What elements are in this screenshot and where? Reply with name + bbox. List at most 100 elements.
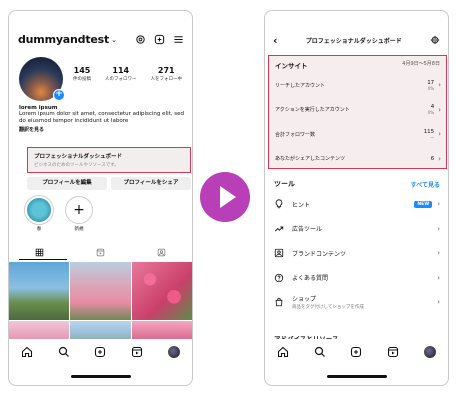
tool-item-tips[interactable]: ヒント NEW › xyxy=(274,192,440,217)
chevron-right-icon: › xyxy=(437,298,440,307)
insight-value: 115 xyxy=(423,128,435,135)
branded-content-icon xyxy=(274,249,284,258)
plus-icon: + xyxy=(73,202,85,218)
tool-text: 広告ツール xyxy=(292,224,437,233)
insights-section: インサイト 4月9日〜5月8日 リーチしたアカウント 17 0% › アクション… xyxy=(268,55,447,169)
add-story-icon[interactable]: + xyxy=(53,89,65,101)
insight-label: あなたがシェアしたコンテンツ xyxy=(275,156,346,163)
post-thumbnail[interactable] xyxy=(9,262,70,320)
stat-posts[interactable]: 145 件の投稿 xyxy=(73,66,91,82)
menu-icon[interactable] xyxy=(173,34,184,45)
insight-row-shared[interactable]: あなたがシェアしたコンテンツ 6 › xyxy=(269,147,446,172)
post-grid xyxy=(9,262,192,349)
settings-gear-icon[interactable] xyxy=(430,35,440,45)
stat-following-label: 人をフォロー中 xyxy=(150,77,183,82)
bottom-navigation xyxy=(265,339,448,365)
chevron-right-icon: › xyxy=(438,81,441,90)
lightbulb-icon xyxy=(275,199,283,209)
dashboard-card-subtitle: ビジネスのためのツールやリソースです。 xyxy=(34,163,119,168)
stat-followers-count: 114 xyxy=(112,66,130,75)
shopping-bag-icon xyxy=(275,298,283,307)
create-icon[interactable] xyxy=(350,346,362,358)
bottom-navigation xyxy=(9,339,192,365)
tool-label: よくある質問 xyxy=(292,275,329,283)
insight-value-group: 4 0% xyxy=(428,104,434,115)
question-icon xyxy=(274,273,284,282)
play-triangle xyxy=(220,186,236,208)
create-icon[interactable] xyxy=(94,346,106,358)
search-icon[interactable] xyxy=(58,346,70,358)
profile-header: dummyandtest ⌄ xyxy=(18,31,184,47)
tool-text: ショップ 商品をタグ付けしてショップを作成 xyxy=(292,294,437,310)
insight-change: — xyxy=(430,134,435,140)
home-icon[interactable] xyxy=(21,346,33,358)
chevron-down-icon[interactable]: ⌄ xyxy=(111,36,117,44)
dashboard-title: プロフェッショナルダッシュボード xyxy=(305,37,402,45)
chevron-right-icon: › xyxy=(438,105,441,114)
profile-content-tabs xyxy=(9,245,192,259)
reels-nav-icon[interactable] xyxy=(387,346,399,358)
phone-dashboard-screen: ‹ プロフェッショナルダッシュボード インサイト 4月9日〜5月8日 リーチした… xyxy=(264,10,449,386)
insight-label: 合計フォロワー数 xyxy=(275,131,316,138)
search-icon[interactable] xyxy=(314,346,326,358)
tool-item-shop[interactable]: ショップ 商品をタグ付けしてショップを作成 › xyxy=(274,290,440,315)
profile-username[interactable]: dummyandtest xyxy=(18,33,109,46)
tool-sublabel: 商品をタグ付けしてショップを作成 xyxy=(292,305,364,311)
reels-nav-icon[interactable] xyxy=(131,346,143,358)
tools-header: ツール すべて見る xyxy=(274,179,440,189)
home-indicator xyxy=(70,375,131,378)
tool-item-branded-content[interactable]: ブランドコンテンツ › xyxy=(274,241,440,266)
phone-profile-screen: dummyandtest ⌄ + 145 件の投稿 114 人のフォロワー 27… xyxy=(8,10,193,386)
dashboard-header: ‹ プロフェッショナルダッシュボード xyxy=(273,33,440,47)
insight-value: 17 xyxy=(427,79,435,86)
tagged-icon[interactable] xyxy=(157,248,166,257)
post-thumbnail[interactable] xyxy=(70,262,131,320)
insight-change: 0% xyxy=(427,110,435,116)
new-highlight-circle: + xyxy=(65,196,93,224)
insight-value-group: 6 xyxy=(431,156,435,162)
stat-following-count: 271 xyxy=(157,66,175,75)
share-profile-button[interactable]: プロフィールをシェア xyxy=(111,177,191,190)
see-all-tools-link[interactable]: すべて見る xyxy=(411,180,440,189)
tool-label: ヒント xyxy=(292,201,311,209)
home-icon[interactable] xyxy=(277,346,289,358)
chevron-right-icon: › xyxy=(438,154,441,163)
new-badge: NEW xyxy=(414,200,433,208)
chevron-right-icon: › xyxy=(437,200,440,209)
tool-item-faq[interactable]: よくある質問 › xyxy=(274,266,440,291)
tools-title: ツール xyxy=(274,180,295,188)
insights-header: インサイト 4月9日〜5月8日 xyxy=(269,56,446,73)
insights-date-range: 4月9日〜5月8日 xyxy=(402,61,440,67)
insight-row-engaged[interactable]: アクションを実行したアカウント 4 0% › xyxy=(269,98,446,123)
insight-row-reach[interactable]: リーチしたアカウント 17 0% › xyxy=(269,73,446,98)
stat-followers[interactable]: 114 人のフォロワー xyxy=(105,66,137,82)
insight-value-group: 115 — xyxy=(424,129,435,140)
highlight-item[interactable]: 春 xyxy=(25,196,53,232)
profile-nav-avatar[interactable] xyxy=(167,346,180,358)
play-arrow-icon xyxy=(200,172,250,222)
insight-label: リーチしたアカウント xyxy=(275,82,326,89)
create-post-icon[interactable] xyxy=(154,34,165,45)
insight-row-followers[interactable]: 合計フォロワー数 115 — › xyxy=(269,122,446,147)
profile-action-buttons: プロフィールを編集 プロフィールをシェア xyxy=(27,177,191,190)
professional-dashboard-card[interactable]: プロフェッショナルダッシュボード ビジネスのためのツールやリソースです。 xyxy=(27,147,191,173)
highlight-label: 春 xyxy=(36,227,42,232)
chevron-right-icon: › xyxy=(438,130,441,139)
insight-value: 6 xyxy=(430,155,435,162)
grid-icon[interactable] xyxy=(35,248,44,257)
see-translation-link[interactable]: 翻訳を見る xyxy=(19,126,184,133)
new-highlight-button[interactable]: + 新規 xyxy=(65,196,93,232)
new-highlight-label: 新規 xyxy=(74,227,84,232)
stat-following[interactable]: 271 人をフォロー中 xyxy=(151,66,183,82)
edit-profile-button[interactable]: プロフィールを編集 xyxy=(27,177,107,190)
tool-label: ブランドコンテンツ xyxy=(292,250,347,258)
highlight-cover xyxy=(25,196,53,224)
bio-text: Lorem ipsum dolor sit amet, consectetur … xyxy=(19,111,184,124)
home-indicator xyxy=(326,375,387,378)
profile-nav-avatar[interactable] xyxy=(423,346,436,358)
reels-icon[interactable] xyxy=(96,248,105,257)
story-highlights: 春 + 新規 xyxy=(25,196,93,232)
threads-icon[interactable] xyxy=(135,34,146,45)
tool-item-ad-tools[interactable]: 広告ツール › xyxy=(274,217,440,242)
post-thumbnail[interactable] xyxy=(131,262,192,320)
